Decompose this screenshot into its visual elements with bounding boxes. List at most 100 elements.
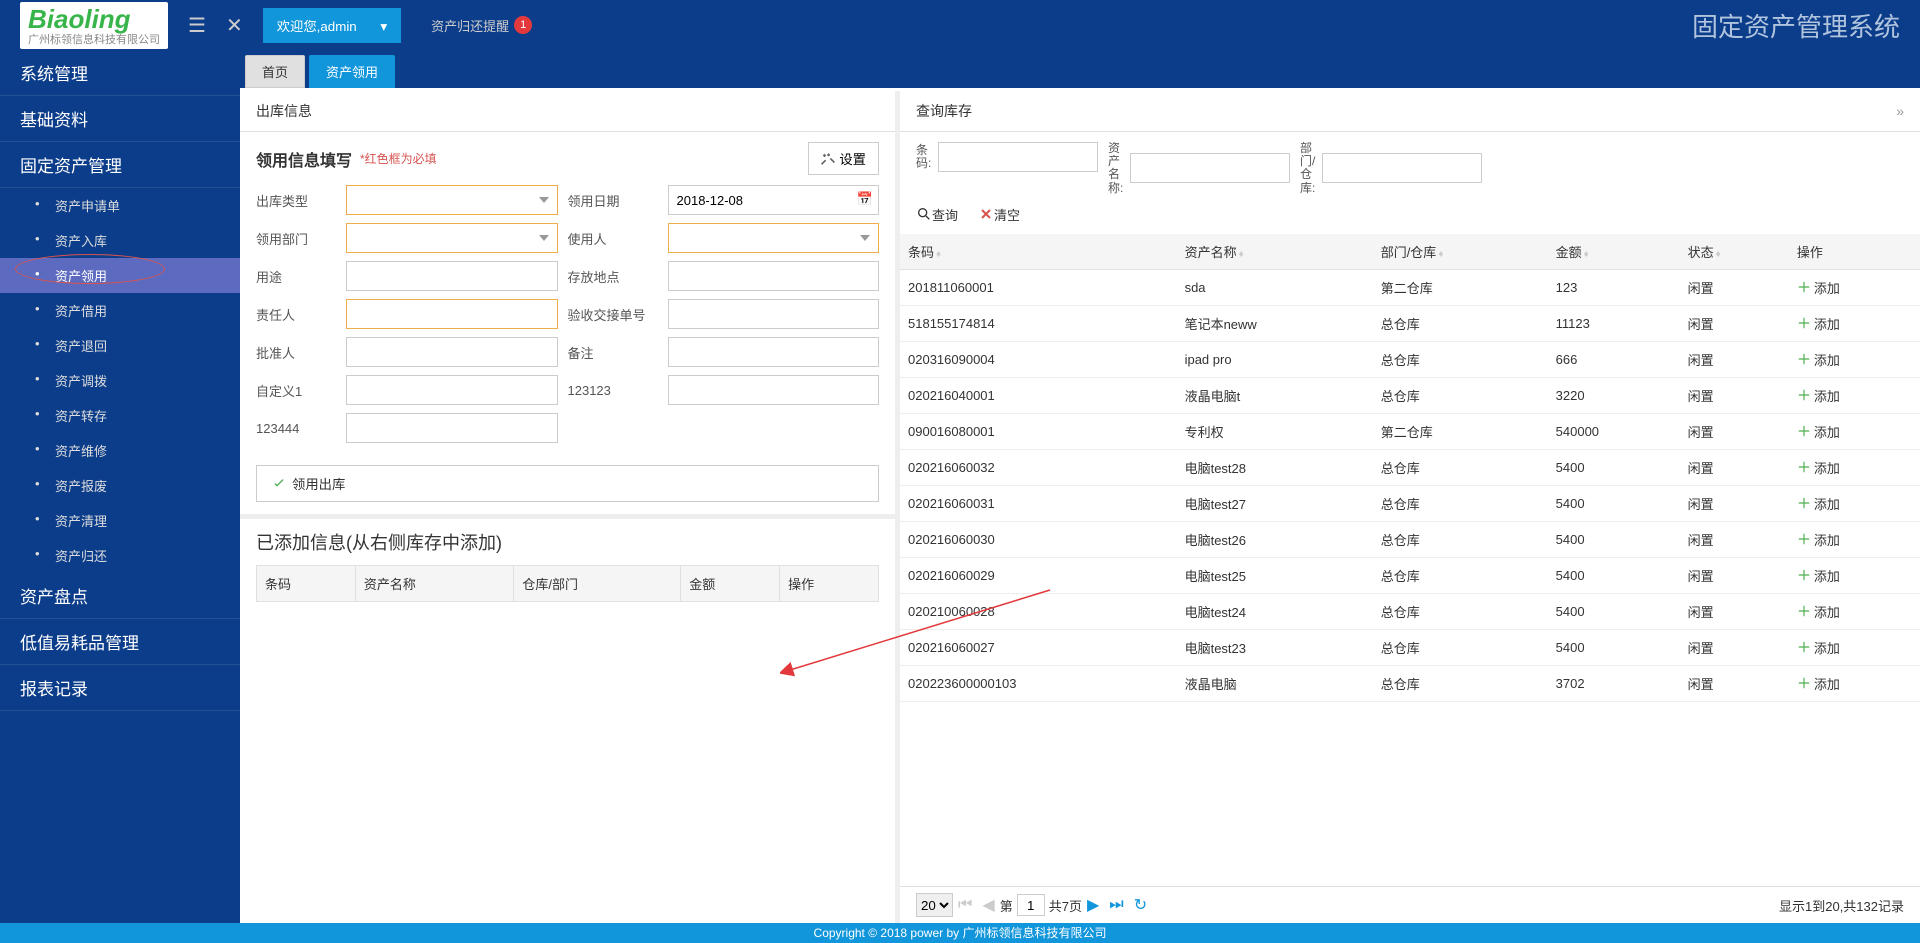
welcome-dropdown[interactable]: 欢迎您,admin ▾ — [263, 8, 401, 43]
dept-select[interactable] — [346, 223, 558, 253]
approver-input[interactable] — [346, 337, 558, 367]
table-cell: 闲置 — [1680, 341, 1789, 377]
sidebar-group[interactable]: 低值易耗品管理 — [0, 619, 240, 665]
custom2-input[interactable] — [668, 375, 880, 405]
add-button[interactable]: 添加 — [1797, 602, 1912, 621]
add-button[interactable]: 添加 — [1797, 638, 1912, 657]
resp-input[interactable] — [346, 299, 558, 329]
inv-col-header[interactable]: 部门/仓库♦ — [1373, 234, 1548, 270]
dept-input[interactable] — [1322, 153, 1482, 183]
table-cell: 020216060029 — [900, 557, 1177, 593]
table-cell: 电脑test25 — [1177, 557, 1373, 593]
sidebar-item[interactable]: 资产维修 — [0, 433, 240, 468]
sidebar-item[interactable]: 资产退回 — [0, 328, 240, 363]
table-cell: 电脑test23 — [1177, 629, 1373, 665]
settings-button[interactable]: 设置 — [808, 142, 879, 175]
plus-icon — [1797, 460, 1811, 474]
add-button[interactable]: 添加 — [1797, 494, 1912, 513]
date-input[interactable] — [668, 185, 880, 215]
table-cell-action: 添加 — [1789, 377, 1920, 413]
prev-page-icon[interactable]: ◀ — [982, 895, 994, 915]
table-cell: 201811060001 — [900, 269, 1177, 305]
type-select[interactable] — [346, 185, 558, 215]
barcode-input[interactable] — [938, 142, 1098, 172]
label-loc: 存放地点 — [568, 267, 658, 286]
search-button[interactable]: 查询 — [916, 205, 958, 224]
table-cell: 电脑test27 — [1177, 485, 1373, 521]
inv-col-header[interactable]: 资产名称♦ — [1177, 234, 1373, 270]
sidebar-item[interactable]: 资产入库 — [0, 223, 240, 258]
expand-icon[interactable]: » — [1896, 103, 1904, 119]
name-input[interactable] — [1130, 153, 1290, 183]
submit-button[interactable]: 领用出库 — [256, 465, 879, 502]
table-cell: 020223600000103 — [900, 665, 1177, 701]
table-cell-action: 添加 — [1789, 341, 1920, 377]
add-button[interactable]: 添加 — [1797, 674, 1912, 693]
table-cell: 液晶电脑t — [1177, 377, 1373, 413]
table-cell-action: 添加 — [1789, 305, 1920, 341]
table-cell: 液晶电脑 — [1177, 665, 1373, 701]
table-cell: 闲置 — [1680, 485, 1789, 521]
top-bar: Biaoling 广州标领信息科技有限公司 ☰ ✕ 欢迎您,admin ▾ 资产… — [0, 0, 1920, 50]
table-cell: 电脑test24 — [1177, 593, 1373, 629]
check-icon — [271, 476, 287, 492]
label-dept: 领用部门 — [256, 229, 336, 248]
sidebar-item[interactable]: 资产清理 — [0, 503, 240, 538]
sidebar-group[interactable]: 固定资产管理 — [0, 142, 240, 188]
settings-label: 设置 — [839, 149, 866, 168]
add-button[interactable]: 添加 — [1797, 422, 1912, 441]
page-size-select[interactable]: 20 — [916, 893, 953, 917]
sidebar-item[interactable]: 资产报废 — [0, 468, 240, 503]
loc-input[interactable] — [668, 261, 880, 291]
next-page-icon[interactable]: ▶ — [1087, 895, 1099, 915]
inv-col-header[interactable]: 操作 — [1789, 234, 1920, 270]
table-cell-action: 添加 — [1789, 449, 1920, 485]
custom3-input[interactable] — [346, 413, 558, 443]
add-button[interactable]: 添加 — [1797, 458, 1912, 477]
table-cell-action: 添加 — [1789, 557, 1920, 593]
table-cell: 3220 — [1548, 377, 1680, 413]
user-select[interactable] — [668, 223, 880, 253]
close-icon[interactable]: ✕ — [226, 13, 243, 38]
use-input[interactable] — [346, 261, 558, 291]
inv-col-header[interactable]: 金额♦ — [1548, 234, 1680, 270]
calendar-icon: 📅 — [857, 191, 873, 207]
sidebar-item[interactable]: 资产领用 — [0, 258, 240, 293]
hamburger-icon[interactable]: ☰ — [188, 13, 206, 38]
inv-col-header[interactable]: 条码♦ — [900, 234, 1177, 270]
sidebar-group[interactable]: 资产盘点 — [0, 573, 240, 619]
sidebar-item[interactable]: 资产申请单 — [0, 188, 240, 223]
sidebar-item[interactable]: 资产借用 — [0, 293, 240, 328]
add-button[interactable]: 添加 — [1797, 314, 1912, 333]
last-page-icon[interactable]: ⏭ — [1109, 896, 1123, 914]
table-cell: 123 — [1548, 269, 1680, 305]
sidebar-item[interactable]: 资产归还 — [0, 538, 240, 573]
receipt-input[interactable] — [668, 299, 880, 329]
sidebar-group[interactable]: 报表记录 — [0, 665, 240, 711]
tab-home[interactable]: 首页 — [245, 55, 305, 88]
refresh-icon[interactable]: ↻ — [1134, 895, 1147, 915]
inv-col-header[interactable]: 状态♦ — [1680, 234, 1789, 270]
clear-button[interactable]: 清空 — [978, 205, 1020, 224]
plus-icon — [1797, 280, 1811, 294]
reminder[interactable]: 资产归还提醒 1 — [431, 16, 532, 35]
tab-asset-use[interactable]: 资产领用 — [309, 55, 395, 88]
sidebar-item[interactable]: 资产调拨 — [0, 363, 240, 398]
table-row: 020223600000103液晶电脑总仓库3702闲置添加 — [900, 665, 1920, 701]
sidebar-item[interactable]: 资产转存 — [0, 398, 240, 433]
sidebar-group[interactable]: 系统管理 — [0, 50, 240, 96]
page-input[interactable] — [1017, 894, 1045, 916]
add-button[interactable]: 添加 — [1797, 278, 1912, 297]
add-button[interactable]: 添加 — [1797, 530, 1912, 549]
remark-input[interactable] — [668, 337, 880, 367]
add-button[interactable]: 添加 — [1797, 350, 1912, 369]
table-cell: 090016080001 — [900, 413, 1177, 449]
add-button[interactable]: 添加 — [1797, 566, 1912, 585]
table-cell: 总仓库 — [1373, 665, 1548, 701]
sidebar-group[interactable]: 基础资料 — [0, 96, 240, 142]
add-button[interactable]: 添加 — [1797, 386, 1912, 405]
first-page-icon[interactable]: ⏮ — [958, 896, 972, 914]
label-type: 出库类型 — [256, 191, 336, 210]
added-col-header: 金额 — [681, 566, 780, 602]
custom1-input[interactable] — [346, 375, 558, 405]
